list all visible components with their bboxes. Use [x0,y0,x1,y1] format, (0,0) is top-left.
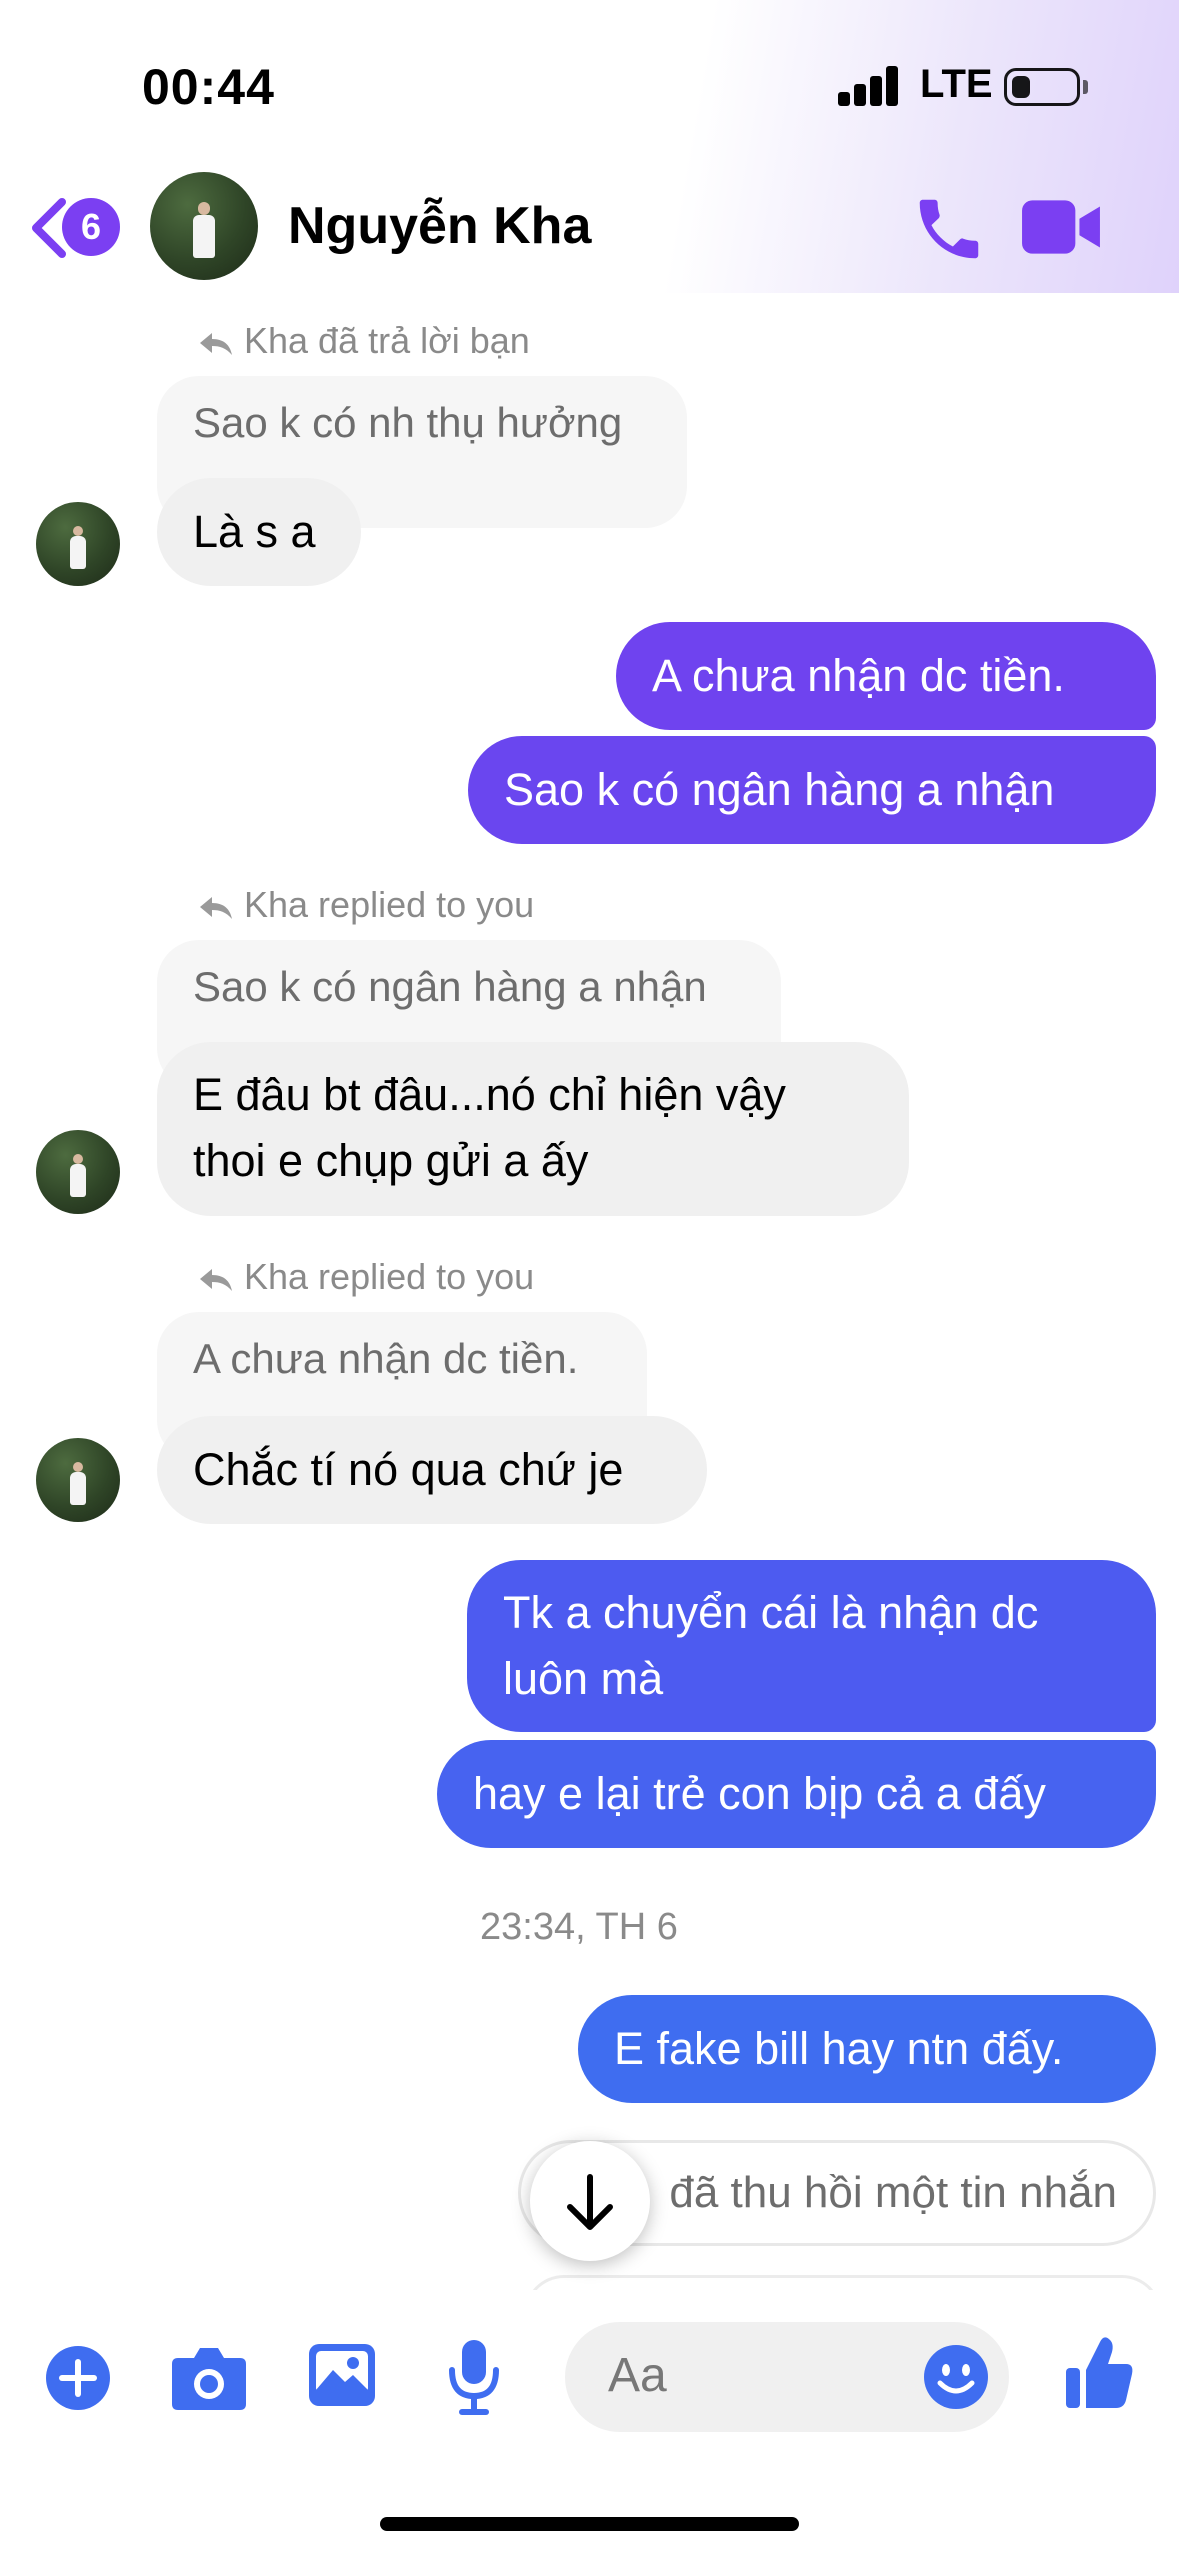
message-text: Sao k có ngân hàng a nhận [504,764,1055,815]
video-camera-icon[interactable] [1020,196,1102,258]
network-type: LTE [920,62,993,106]
reply-indicator: Kha đã trả lời bạn [198,320,530,362]
arrow-down-icon [567,2174,613,2230]
outgoing-message[interactable]: Tk a chuyển cái là nhận dc luôn mà [467,1560,1156,1732]
phone-icon[interactable] [910,190,988,268]
outgoing-message[interactable]: hay e lại trẻ con bịp cả a đấy [437,1740,1156,1848]
quoted-message-text: A chưa nhận dc tiền. [193,1335,579,1382]
message-text-line: Tk a chuyển cái là nhận dc [503,1587,1039,1638]
unread-badge: 6 [62,198,120,256]
sender-avatar[interactable] [36,1130,120,1214]
reply-indicator: Kha replied to you [198,1256,534,1298]
message-text-line: thoi e chụp gửi a ấy [193,1135,589,1186]
message-text: A chưa nhận dc tiền. [652,650,1065,701]
incoming-message[interactable]: Chắc tí nó qua chứ je [157,1416,707,1524]
timestamp: 23:34, TH 6 [480,1906,678,1948]
message-text: Là s a [193,506,316,557]
incoming-message[interactable]: E đâu bt đâu...nó chỉ hiện vậy thoi e ch… [157,1042,909,1216]
incoming-message[interactable]: Là s a [157,478,361,586]
scroll-to-bottom-button[interactable] [530,2141,650,2261]
sender-avatar[interactable] [36,502,120,586]
quoted-message-text: Sao k có ngân hàng a nhận [193,963,707,1010]
reply-arrow-icon [200,897,232,919]
signal-icon [838,66,900,106]
message-text: Chắc tí nó qua chứ je [193,1444,624,1495]
unsent-message-text: đã thu hồi một tin nhắn [669,2168,1117,2217]
status-time: 00:44 [142,59,275,115]
quoted-message-text: Sao k có nh thụ hưởng [193,399,623,446]
reply-indicator-text: Kha replied to you [244,884,535,925]
message-text-line: luôn mà [503,1653,664,1704]
reply-arrow-icon [200,1269,232,1291]
message-text-line: E đâu bt đâu...nó chỉ hiện vậy [193,1069,786,1120]
reply-arrow-icon [200,333,232,355]
contact-name[interactable]: Nguyễn Kha [288,196,591,256]
battery-nub [1083,80,1088,94]
plus-icon[interactable] [44,2344,112,2412]
message-text: E fake bill hay ntn đấy. [614,2023,1064,2074]
emoji-icon[interactable] [922,2343,990,2411]
outgoing-message[interactable]: A chưa nhận dc tiền. [616,622,1156,730]
reply-indicator-text: Kha đã trả lời bạn [244,320,530,361]
reply-indicator: Kha replied to you [198,884,534,926]
gallery-icon[interactable] [307,2342,377,2408]
outgoing-message[interactable]: Sao k có ngân hàng a nhận [468,736,1156,844]
home-indicator [380,2517,799,2531]
outgoing-message[interactable]: E fake bill hay ntn đấy. [578,1995,1156,2103]
contact-avatar[interactable] [150,172,258,280]
battery-icon [1004,68,1080,106]
message-input-placeholder: Aa [608,2349,667,2402]
camera-icon[interactable] [170,2344,248,2412]
reply-indicator-text: Kha replied to you [244,1256,535,1297]
message-text: hay e lại trẻ con bịp cả a đấy [473,1768,1046,1819]
sender-avatar[interactable] [36,1438,120,1522]
microphone-icon[interactable] [446,2338,502,2416]
thumbs-up-icon[interactable] [1062,2334,1136,2410]
